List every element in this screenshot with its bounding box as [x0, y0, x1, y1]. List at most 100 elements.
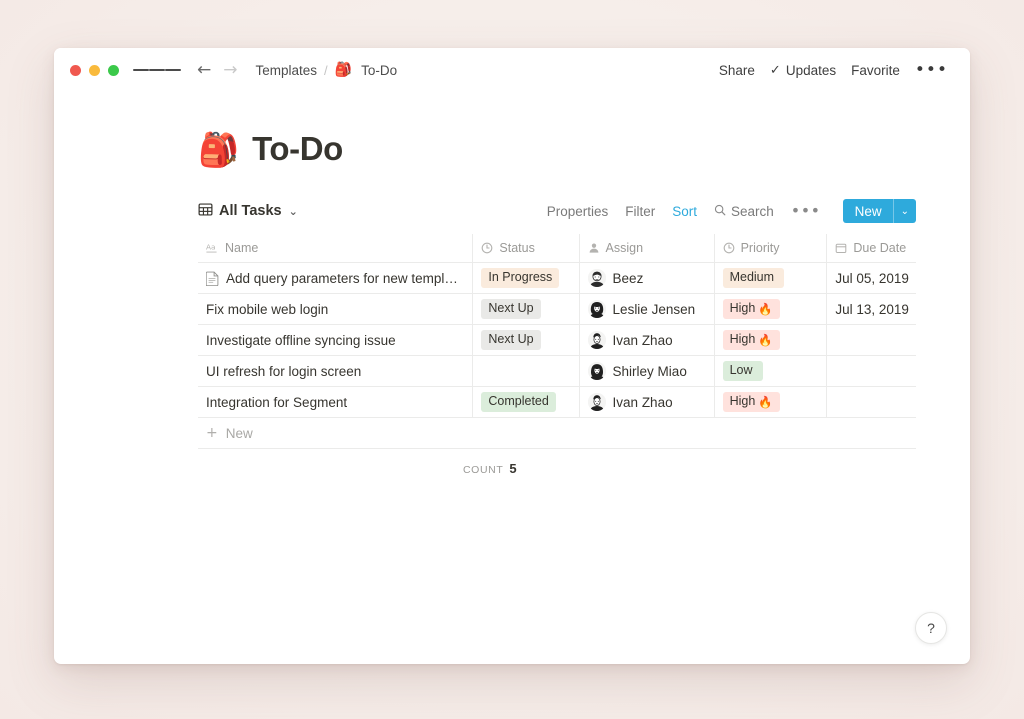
page-content: 🎒 To-Do All Tasks ⌄ Properties Filter So… [54, 92, 970, 476]
share-button[interactable]: Share [719, 63, 755, 78]
cell-assign[interactable]: Ivan Zhao [580, 325, 715, 355]
backpack-icon[interactable]: 🎒 [198, 133, 239, 166]
person-icon [588, 242, 600, 254]
status-badge: In Progress [481, 268, 560, 288]
view-tab-label: All Tasks [219, 203, 282, 219]
add-new-row-button[interactable]: + New [198, 418, 916, 449]
cell-assign[interactable]: Ivan Zhao [580, 387, 715, 417]
table-header-row: Aa Name Status Assign Priority Due Date [198, 234, 916, 263]
cell-due-date[interactable] [827, 325, 916, 355]
filter-button[interactable]: Filter [625, 204, 655, 219]
search-icon [714, 204, 726, 219]
avatar [587, 331, 606, 349]
forward-arrow-icon[interactable]: → [223, 61, 237, 79]
fire-icon: 🔥 [758, 301, 773, 316]
count-label: COUNT [463, 464, 504, 476]
cell-name[interactable]: Integration for Segment [198, 387, 474, 417]
backpack-icon: 🎒 [334, 62, 353, 78]
column-header-due-date[interactable]: Due Date [827, 234, 916, 262]
cell-due-date[interactable]: Jul 13, 2019 [827, 294, 916, 324]
check-icon: ✓ [769, 62, 781, 78]
priority-label: Medium [729, 270, 775, 285]
new-button[interactable]: New ⌄ [842, 199, 916, 223]
minimize-window-button[interactable] [89, 64, 100, 76]
table-row[interactable]: UI refresh for login screen Shirley Miao… [198, 356, 916, 387]
breadcrumb-current[interactable]: To-Do [361, 63, 397, 78]
column-header-name[interactable]: Aa Name [198, 234, 474, 262]
cell-priority[interactable]: High 🔥 [715, 325, 828, 355]
updates-button[interactable]: ✓ Updates [770, 63, 836, 78]
title-bar: ← → Templates / 🎒 To-Do Share ✓ Updates … [54, 48, 970, 92]
cell-assign[interactable]: Leslie Jensen [580, 294, 715, 324]
column-header-label: Assign [605, 241, 644, 255]
more-options-icon[interactable]: ••• [915, 62, 948, 79]
cell-name[interactable]: UI refresh for login screen [198, 356, 474, 386]
plus-icon: + [206, 425, 218, 441]
cell-status[interactable]: In Progress [473, 263, 580, 293]
assignee-name: Shirley Miao [612, 363, 687, 379]
column-header-label: Priority [740, 241, 780, 255]
cell-priority[interactable]: High 🔥 [715, 294, 828, 324]
status-badge: Next Up [481, 299, 541, 319]
cell-name[interactable]: Investigate offline syncing issue [198, 325, 474, 355]
cell-name[interactable]: Add query parameters for new templates [198, 263, 474, 293]
priority-label: High [729, 394, 756, 409]
text-aa-icon: Aa [206, 242, 219, 254]
due-date: Jul 05, 2019 [835, 270, 909, 286]
breadcrumb-parent[interactable]: Templates [256, 63, 318, 78]
assignee-name: Beez [612, 270, 644, 286]
task-name: Fix mobile web login [206, 301, 329, 317]
maximize-window-button[interactable] [108, 64, 119, 76]
status-badge: Completed [481, 392, 556, 412]
due-date: Jul 13, 2019 [835, 301, 909, 317]
cell-status[interactable]: Next Up [473, 294, 580, 324]
count-summary[interactable]: COUNT 5 [463, 461, 517, 476]
avatar [587, 269, 606, 287]
help-button[interactable]: ? [915, 612, 947, 644]
column-header-label: Due Date [853, 241, 907, 255]
cell-due-date[interactable]: Jul 05, 2019 [827, 263, 916, 293]
assignee-name: Ivan Zhao [612, 394, 673, 410]
favorite-button[interactable]: Favorite [851, 63, 900, 78]
avatar [587, 362, 606, 380]
task-name: Integration for Segment [206, 394, 348, 410]
cell-status[interactable]: Next Up [473, 325, 580, 355]
priority-badge: High 🔥 [722, 330, 780, 350]
task-name: Investigate offline syncing issue [206, 332, 396, 348]
search-button[interactable]: Search [714, 204, 774, 219]
fire-icon: 🔥 [758, 394, 773, 409]
cell-name[interactable]: Fix mobile web login [198, 294, 474, 324]
count-value: 5 [509, 461, 517, 476]
cell-status[interactable]: Completed [473, 387, 580, 417]
page-title[interactable]: To-Do [252, 130, 343, 168]
toolbar-more-icon[interactable]: ••• [791, 203, 821, 219]
fire-icon: 🔥 [758, 332, 773, 347]
cell-status[interactable] [473, 356, 580, 386]
cell-due-date[interactable] [827, 356, 916, 386]
close-window-button[interactable] [70, 64, 81, 76]
column-header-priority[interactable]: Priority [715, 234, 828, 262]
chevron-down-icon: ⌄ [288, 204, 298, 218]
hamburger-menu-icon[interactable] [133, 66, 181, 74]
back-arrow-icon[interactable]: ← [197, 61, 211, 79]
view-tab-all-tasks[interactable]: All Tasks ⌄ [198, 202, 298, 221]
cell-priority[interactable]: Medium [715, 263, 828, 293]
table-row[interactable]: Fix mobile web login Next Up Leslie Jens… [198, 294, 916, 325]
chevron-down-icon[interactable]: ⌄ [894, 199, 916, 223]
cell-due-date[interactable] [827, 387, 916, 417]
titlebar-actions: Share ✓ Updates Favorite ••• [719, 62, 948, 79]
cell-assign[interactable]: Beez [580, 263, 715, 293]
sort-button[interactable]: Sort [672, 204, 697, 219]
cell-priority[interactable]: High 🔥 [715, 387, 828, 417]
table-row[interactable]: Investigate offline syncing issue Next U… [198, 325, 916, 356]
svg-text:Aa: Aa [206, 243, 215, 252]
desktop-backdrop: ← → Templates / 🎒 To-Do Share ✓ Updates … [0, 0, 1024, 719]
properties-button[interactable]: Properties [547, 204, 609, 219]
column-header-assign[interactable]: Assign [580, 234, 715, 262]
table-row[interactable]: Add query parameters for new templates I… [198, 263, 916, 294]
cell-assign[interactable]: Shirley Miao [580, 356, 715, 386]
cell-priority[interactable]: Low [715, 356, 828, 386]
priority-badge: Low [722, 361, 763, 381]
table-row[interactable]: Integration for Segment Completed Ivan Z… [198, 387, 916, 418]
column-header-status[interactable]: Status [473, 234, 580, 262]
